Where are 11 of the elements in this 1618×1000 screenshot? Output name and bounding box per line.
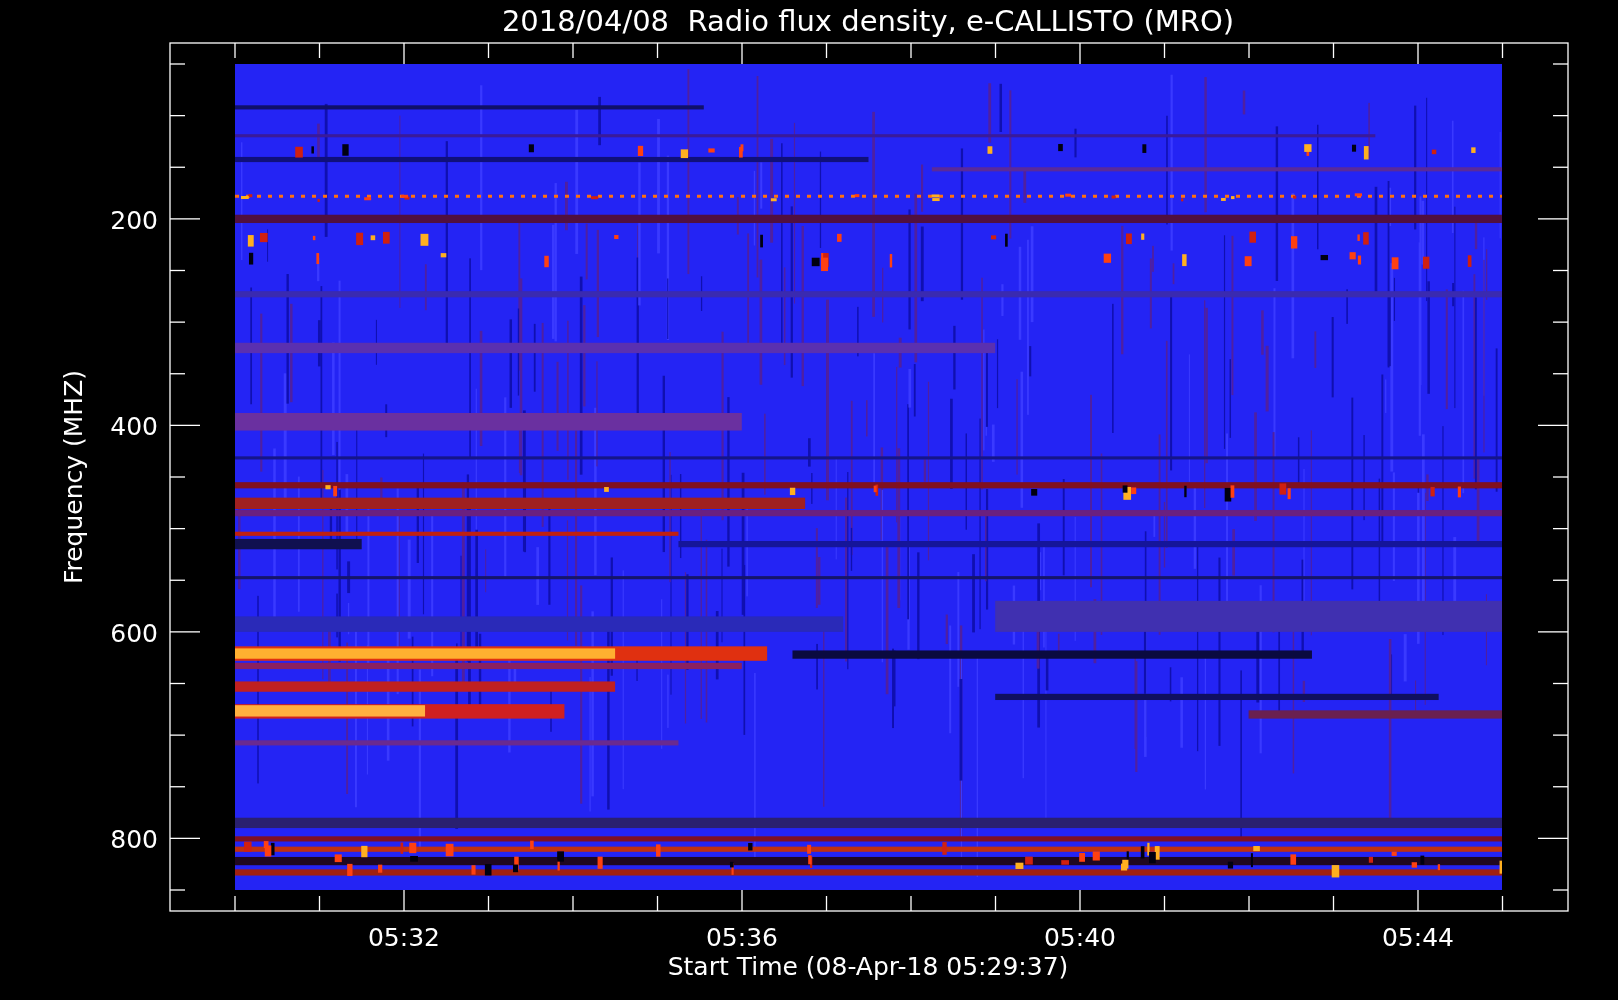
tick-label: 05:44 [1382, 923, 1454, 952]
tick-label: 600 [110, 618, 158, 648]
axis-label: Start Time (08-Apr-18 05:29:37) [667, 952, 1069, 981]
tick-label: 05:36 [706, 923, 778, 952]
tick-label: 05:40 [1044, 923, 1116, 952]
tick-label: 400 [110, 412, 158, 442]
chart-title: 2018/04/08 Radio flux density, e-CALLISTO (MRO) [501, 4, 1235, 38]
tick-label: 800 [110, 825, 158, 855]
tick-label: 05:32 [368, 923, 440, 952]
axis-label: Frequency (MHZ) [59, 369, 88, 585]
tick-label: 200 [110, 205, 158, 235]
